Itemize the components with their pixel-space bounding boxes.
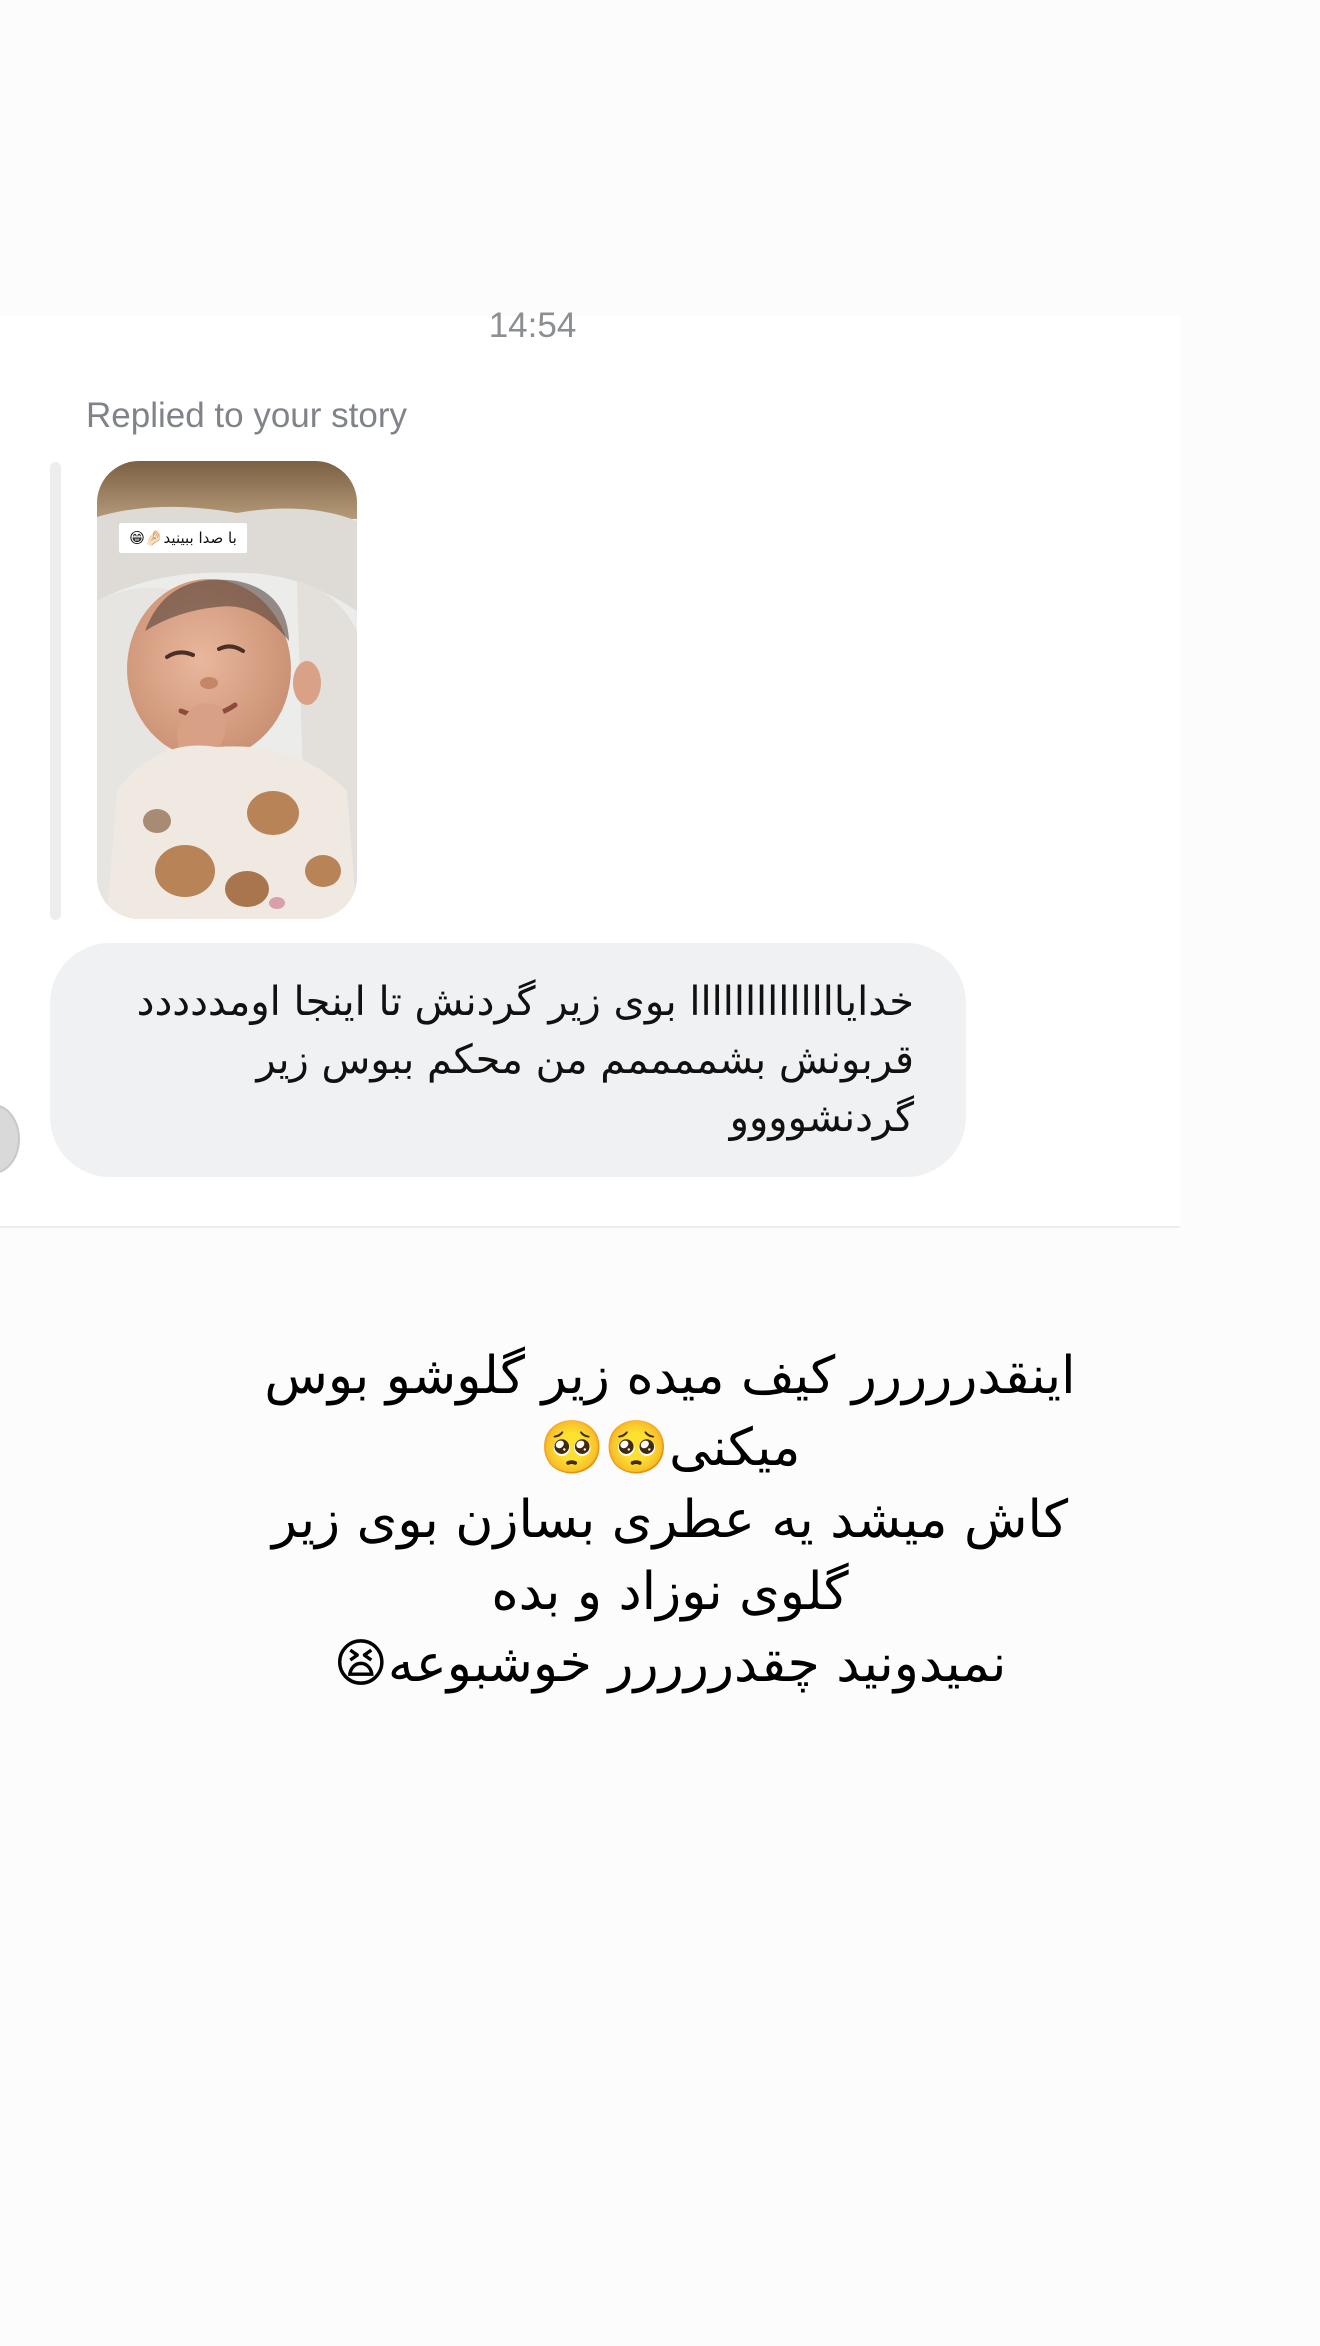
caption-text: اینقدررررر کیف میده زیر گلوشو بوس میکنی🥺… <box>264 1346 1076 1694</box>
reply-indicator-bar <box>50 462 61 920</box>
story-sticker-text: با صدا ببینید🤌🏻😁 <box>119 523 247 553</box>
message-bubble[interactable]: خدایاااااااااااااا بوی زیر گردنش تا اینج… <box>50 943 966 1177</box>
message-text: خدایاااااااااااااا بوی زیر گردنش تا اینج… <box>136 979 914 1141</box>
story-reply-label: Replied to your story <box>86 396 407 435</box>
story-thumbnail[interactable]: با صدا ببینید🤌🏻😁 <box>97 461 357 919</box>
message-timestamp: 14:54 <box>488 306 577 345</box>
